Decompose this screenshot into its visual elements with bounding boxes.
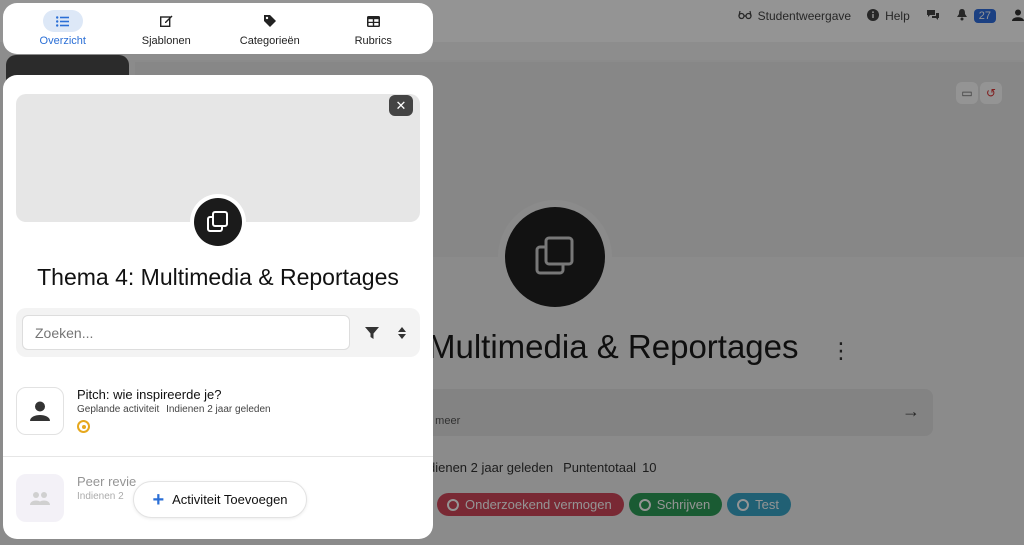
nav-tab-overzicht[interactable]: Overzicht — [17, 7, 109, 51]
nav-tab-categorie-n[interactable]: Categorieën — [224, 7, 316, 51]
table-icon — [353, 10, 393, 32]
activity-thumbnail — [16, 474, 64, 522]
group-icon — [30, 492, 50, 505]
add-activity-button[interactable]: + Activiteit Toevoegen — [133, 481, 307, 518]
category-dot-icon — [77, 420, 90, 433]
nav-tab-label: Rubrics — [354, 35, 392, 47]
activity-due: Indienen 2 — [77, 491, 124, 502]
add-activity-label: Activiteit Toevoegen — [172, 492, 288, 507]
list-icon — [42, 10, 83, 32]
close-icon: ✕ — [395, 97, 407, 113]
panel-theme-avatar — [190, 194, 246, 250]
sort-button[interactable] — [390, 321, 414, 345]
close-button[interactable]: ✕ — [389, 95, 413, 116]
plus-icon: + — [152, 488, 165, 511]
nav-tab-label: Categorieën — [239, 35, 300, 47]
edit-icon — [146, 10, 186, 32]
activity-meta: Geplande activiteit Indienen 2 jaar gele… — [77, 404, 271, 415]
activity-type: Geplande activiteit — [77, 404, 160, 415]
nav-tab-sjablonen[interactable]: Sjablonen — [120, 7, 212, 51]
theme-panel: ✕ Thema 4: Multimedia & Reportages Pitch… — [3, 75, 433, 539]
search-bar — [16, 308, 420, 357]
copy-icon — [207, 211, 228, 232]
activity-thumbnail — [16, 387, 64, 435]
sort-icon — [398, 327, 406, 339]
activity-title: Peer revie — [77, 474, 137, 489]
user-icon — [30, 401, 50, 421]
nav-tab-rubrics[interactable]: Rubrics — [327, 7, 419, 51]
activity-title: Pitch: wie inspireerde je? — [77, 387, 222, 402]
divider — [3, 456, 433, 457]
search-input[interactable] — [22, 315, 350, 350]
activity-due: Indienen 2 jaar geleden — [166, 404, 271, 415]
top-navigation: Overzicht Sjablonen Categorieën Rubrics — [3, 3, 433, 54]
activity-item[interactable]: Pitch: wie inspireerde je? Geplande acti… — [16, 387, 426, 447]
nav-tab-label: Sjablonen — [141, 35, 191, 47]
tag-icon — [250, 10, 290, 32]
filter-button[interactable] — [360, 321, 384, 345]
filter-icon — [365, 327, 379, 339]
panel-title: Thema 4: Multimedia & Reportages — [37, 264, 399, 290]
nav-tab-label: Overzicht — [39, 35, 86, 47]
activity-meta: Indienen 2 — [77, 491, 124, 502]
